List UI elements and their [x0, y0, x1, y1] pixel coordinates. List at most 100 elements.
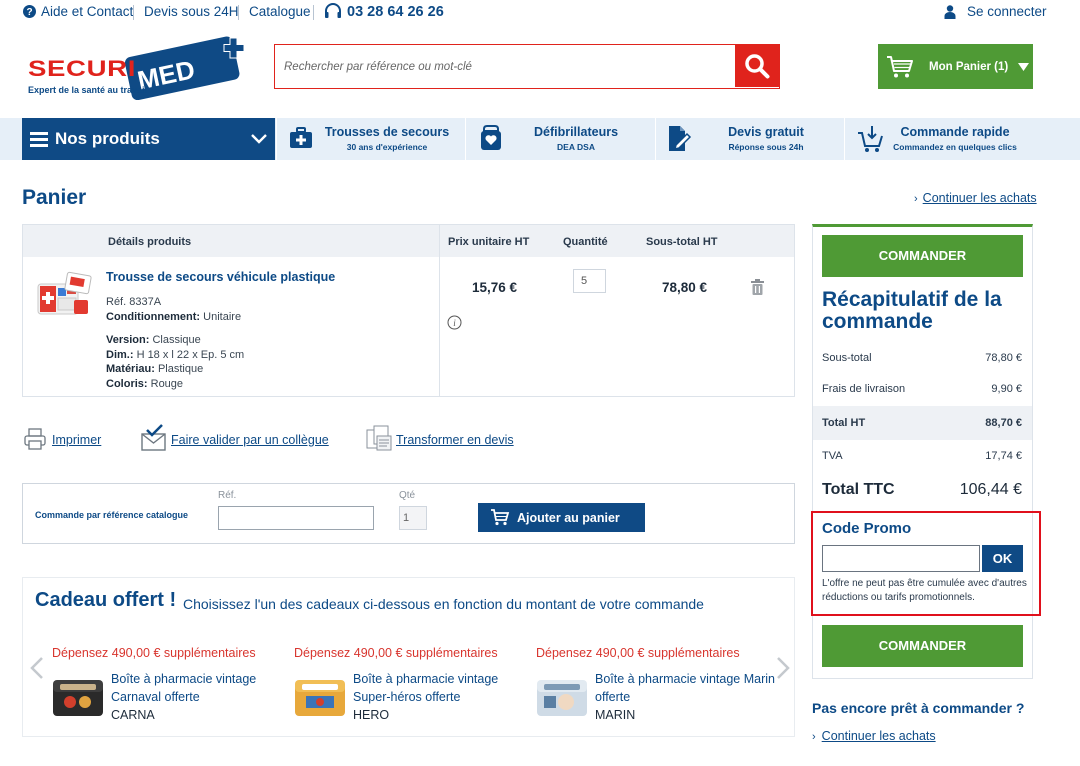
summary-row: Frais de livraison 9,90 € — [813, 373, 1032, 405]
info-icon[interactable]: i — [447, 315, 462, 330]
product-conditioning: Conditionnement: Unitaire — [106, 311, 241, 323]
page-title: Panier — [22, 186, 87, 209]
products-menu-label: Nos produits — [55, 129, 160, 148]
nav-defibrillators[interactable]: Défibrillateurs DEA DSA — [465, 118, 654, 160]
headset-icon — [325, 3, 341, 18]
nav-item-title: Défibrillateurs — [533, 125, 619, 139]
defibrillator-icon — [481, 125, 501, 150]
col-header: Quantité — [563, 236, 608, 248]
subtotal: 78,80 € — [662, 280, 708, 295]
logo[interactable]: MED SECURI Expert de la santé au travail — [24, 32, 250, 100]
nav-item-title: Commande rapide — [900, 125, 1010, 139]
quote-link[interactable]: Transformer en devis — [396, 433, 514, 447]
printer-icon[interactable] — [24, 428, 46, 450]
continue-shopping-link[interactable]: › Continuer les achats — [914, 191, 1037, 205]
cart-icon — [887, 55, 913, 77]
svg-text:i: i — [453, 318, 456, 328]
summary-row-label: Total HT — [822, 417, 866, 429]
qty-label: Qté — [399, 490, 416, 501]
quote-link[interactable]: Devis sous 24H — [144, 4, 239, 19]
carousel-prev-icon[interactable] — [30, 657, 44, 679]
summary-row-label: Sous-total — [822, 352, 872, 364]
unit-price: 15,76 € — [472, 280, 518, 295]
order-button-top[interactable]: COMMANDER — [822, 235, 1023, 277]
nav-item-subtitle: 30 ans d'expérience — [346, 142, 428, 152]
document-edit-icon — [669, 126, 692, 151]
promo-ok-button[interactable]: OK — [982, 545, 1023, 572]
qty-input[interactable]: 1 — [399, 506, 427, 530]
ref-input[interactable] — [218, 506, 374, 530]
divider — [313, 5, 314, 20]
gift-name[interactable]: Boîte à pharmacie vintage Carnaval offert… — [111, 670, 256, 706]
first-aid-kit-icon — [290, 127, 312, 148]
summary-row-total-ht: Total HT 88,70 € — [813, 406, 1032, 440]
color-value: Rouge — [150, 378, 184, 390]
nav-free-quote[interactable]: Devis gratuit Réponse sous 24h — [655, 118, 843, 160]
total-ttc-label: Total TTC — [822, 481, 895, 498]
promo-title: Code Promo — [822, 520, 912, 537]
gift-image[interactable] — [536, 676, 588, 718]
user-icon — [944, 4, 956, 19]
product-version: Version: Classique — [106, 334, 201, 346]
login-link[interactable]: Se connecter — [944, 4, 1047, 19]
hamburger-icon — [30, 131, 48, 147]
gift-name[interactable]: Boîte à pharmacie vintage Marin offerte — [595, 670, 775, 706]
carousel-next-icon[interactable] — [776, 657, 790, 679]
table-header: Détails produits Prix unitaire HT Quanti… — [23, 225, 794, 257]
product-name[interactable]: Trousse de secours véhicule plastique — [106, 270, 335, 284]
order-button-bottom[interactable]: COMMANDER — [822, 625, 1023, 667]
ref-label: Réf. — [218, 490, 237, 501]
gift-name-line: Boîte à pharmacie vintage — [353, 672, 499, 686]
quote-document-icon[interactable] — [365, 424, 393, 452]
summary-row-value: 78,80 € — [985, 352, 1022, 364]
promo-code-input[interactable] — [822, 545, 980, 572]
summary-row-value: 17,74 € — [985, 450, 1022, 462]
conditioning-label: Conditionnement: — [106, 311, 201, 323]
trash-icon[interactable] — [750, 278, 765, 296]
col-header: Sous-total HT — [646, 236, 718, 248]
nav-quick-order[interactable]: Commande rapide Commandez en quelques cl… — [844, 118, 1080, 160]
cart-icon — [491, 509, 510, 526]
catalog-link-label: Catalogue — [249, 4, 311, 19]
cart-button[interactable]: Mon Panier (1) — [878, 44, 1033, 89]
summary-row: Sous-total 78,80 € — [813, 342, 1032, 374]
products-menu[interactable]: Nos produits — [22, 118, 275, 160]
nav-first-aid-kits[interactable]: Trousses de secours 30 ans d'expérience — [276, 118, 464, 160]
gift-image[interactable] — [52, 676, 104, 718]
quick-order-label: Commande par référence catalogue — [35, 510, 189, 520]
gift-name-line: Boîte à pharmacie vintage — [111, 672, 257, 686]
gift-name-line: Super-héros offerte — [353, 690, 461, 704]
gift-name-line: Carnaval offerte — [111, 690, 200, 704]
validate-link[interactable]: Faire valider par un collègue — [171, 433, 329, 447]
nav-item-title: Devis gratuit — [728, 125, 804, 139]
summary-row-label: Frais de livraison — [822, 383, 906, 395]
gift-code: CARNA — [111, 708, 155, 722]
chevron-right-icon: › — [812, 731, 816, 743]
print-link[interactable]: Imprimer — [52, 433, 101, 447]
catalog-link[interactable]: Catalogue — [249, 4, 311, 19]
color-label: Coloris: — [106, 378, 148, 390]
summary-row-value: 9,90 € — [991, 383, 1022, 395]
product-image[interactable] — [36, 270, 92, 320]
help-link[interactable]: ? Aide et Contact — [23, 4, 133, 19]
quantity-input[interactable]: 5 — [573, 269, 606, 293]
gift-spend-text: Dépensez 490,00 € supplémentaires — [294, 646, 498, 660]
gift-name[interactable]: Boîte à pharmacie vintage Super-héros off… — [353, 670, 498, 706]
main-nav: Nos produits Trousses de secours 30 ans … — [0, 118, 1080, 160]
search-input[interactable] — [275, 45, 735, 88]
search-button[interactable] — [735, 45, 779, 87]
envelope-check-icon[interactable] — [141, 424, 167, 451]
search-bar — [274, 44, 780, 89]
dimensions-label: Dim.: — [106, 349, 134, 361]
add-to-cart-button[interactable]: Ajouter au panier — [478, 503, 645, 532]
continue-shopping-label: Continuer les achats — [821, 729, 936, 743]
top-bar: ? Aide et Contact Devis sous 24H Catalog… — [0, 0, 1080, 24]
col-header: Détails produits — [108, 236, 192, 248]
chevron-down-icon — [251, 134, 267, 144]
continue-shopping-bottom[interactable]: › Continuer les achats — [812, 729, 936, 743]
add-to-cart-label: Ajouter au panier — [517, 510, 620, 525]
total-ttc-value: 106,44 € — [959, 481, 1022, 498]
phone-link[interactable]: 03 28 64 26 26 — [324, 3, 444, 20]
gift-image[interactable] — [294, 676, 346, 718]
product-color: Coloris: Rouge — [106, 378, 183, 390]
